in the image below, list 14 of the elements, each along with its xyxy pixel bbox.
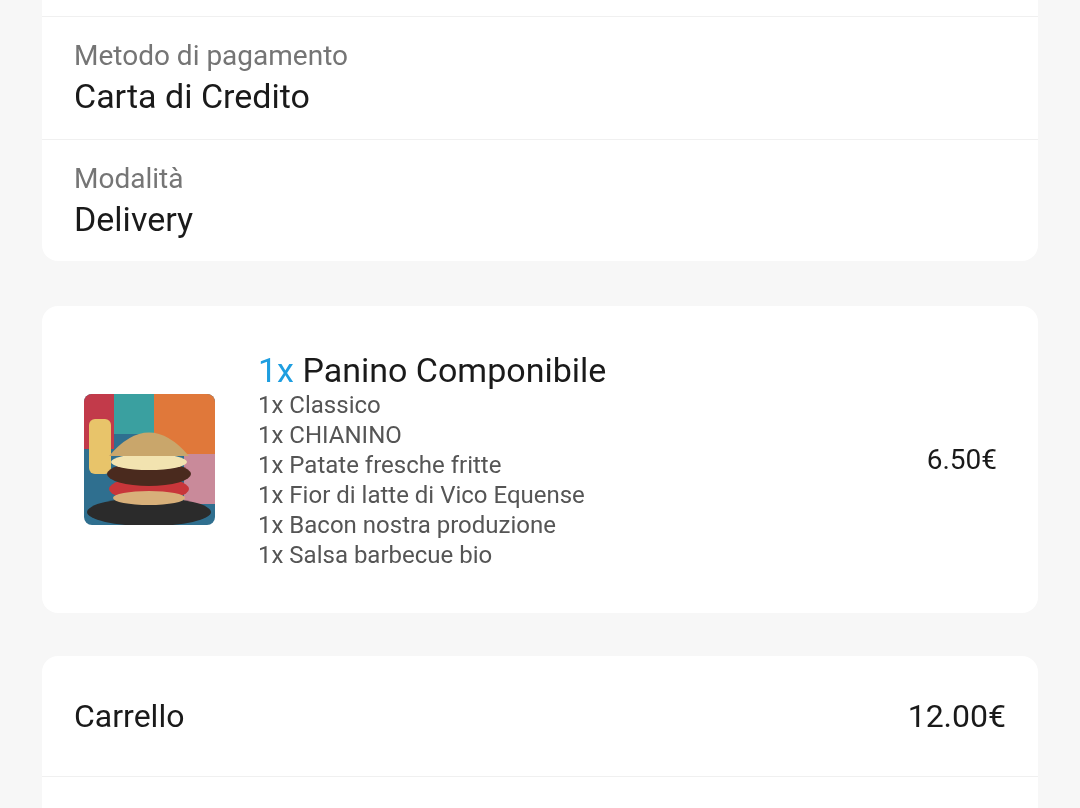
summary-label: Carrello bbox=[74, 696, 185, 737]
item-option: 1x Bacon nostra produzione bbox=[258, 509, 927, 540]
summary-value: 12.00€ bbox=[907, 696, 1006, 737]
item-title: 1x Panino Componibile bbox=[258, 349, 608, 390]
item-price: 6.50€ bbox=[926, 441, 997, 478]
item-option: 1x Patate fresche fritte bbox=[258, 449, 927, 480]
field-value: Delivery bbox=[74, 197, 195, 241]
item-option: 1x Classico bbox=[258, 389, 927, 420]
field-value: Carta di Credito bbox=[74, 75, 311, 118]
field-label: Metodo di pagamento bbox=[74, 38, 350, 74]
item-option: 1x Fior di latte di Vico Equense bbox=[258, 479, 927, 510]
field-label: Modalità bbox=[74, 160, 185, 197]
item-option: 1x CHIANINO bbox=[258, 419, 927, 450]
item-option: 1x Salsa barbecue bio bbox=[258, 539, 927, 570]
